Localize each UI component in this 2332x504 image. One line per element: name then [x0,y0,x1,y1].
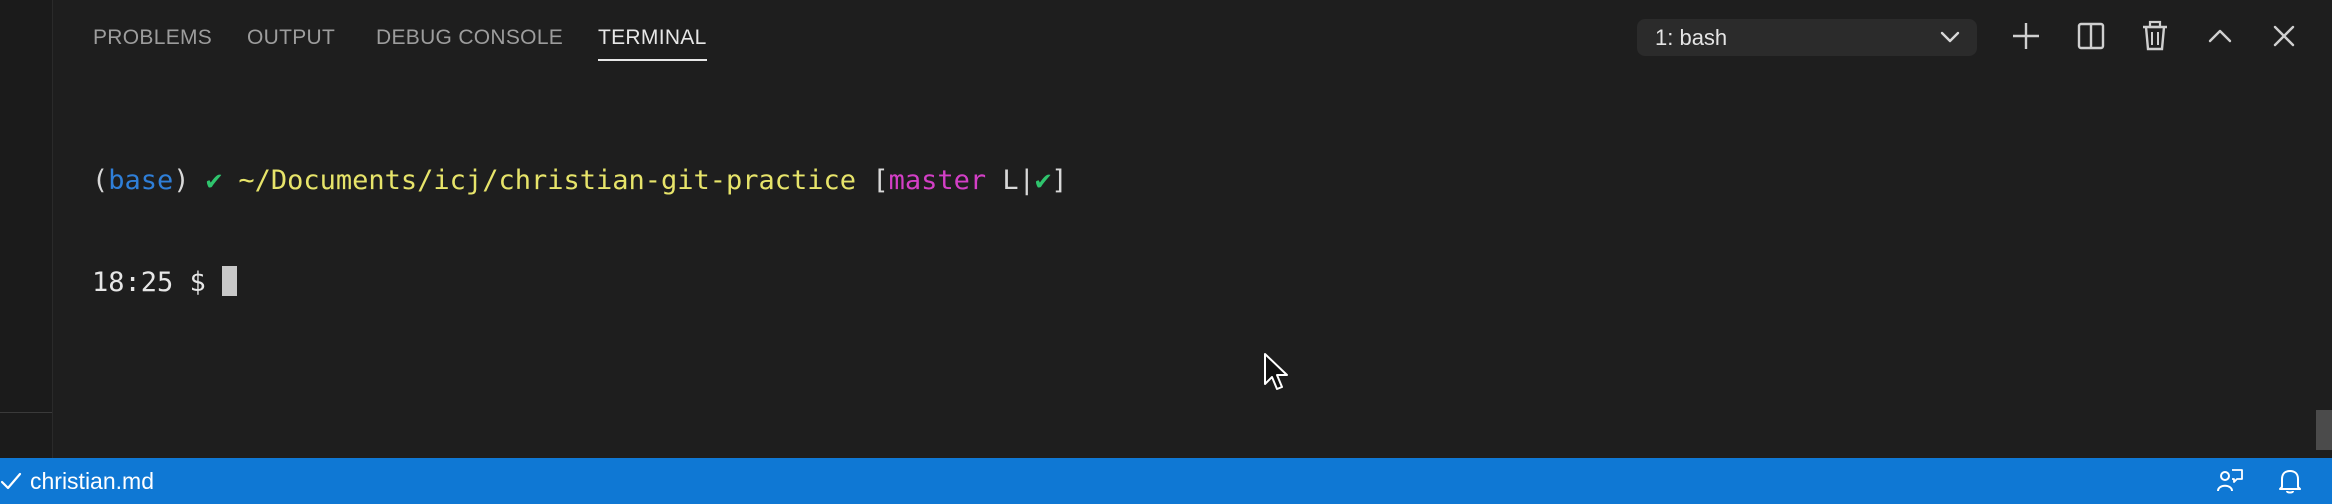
terminal-select-value: 1: bash [1655,25,1728,50]
terminal-line-prompt-info: (base) ✔ ~/Documents/icj/christian-git-p… [92,164,1067,198]
tab-problems[interactable]: PROBLEMS [93,26,212,59]
bell-icon[interactable] [2276,467,2304,495]
working-directory: ~/Documents/icj/christian-git-practice [238,165,857,196]
plus-icon [2013,23,2039,49]
trash-icon [2143,20,2167,51]
check-icon [0,472,22,490]
maximize-panel-button[interactable] [2203,19,2237,53]
paren-close: ) [173,165,190,196]
bottom-panel: PROBLEMS OUTPUT DEBUG CONSOLE TERMINAL 1… [53,0,2332,458]
split-icon [2077,22,2105,50]
left-gutter [0,0,53,458]
chevron-up-icon [2208,29,2232,43]
terminal-line-prompt: 18:25 $ [92,266,1067,300]
terminal-scrollbar[interactable] [2316,410,2332,450]
terminal-select[interactable]: 1: bash [1637,19,1977,56]
gutter-divider [0,412,52,413]
bracket-open: [ [872,165,889,196]
status-bar: christian.md [0,458,2332,504]
kill-terminal-button[interactable] [2138,19,2172,53]
panel-tabbar: PROBLEMS OUTPUT DEBUG CONSOLE TERMINAL 1… [53,0,2332,70]
git-branch: master [888,165,987,196]
paren-open: ( [92,165,109,196]
new-terminal-button[interactable] [2009,19,2043,53]
tab-output[interactable]: OUTPUT [247,26,335,59]
conda-env: base [108,165,174,196]
tab-debug-console[interactable]: DEBUG CONSOLE [376,26,563,59]
mouse-pointer-icon [1264,353,1288,390]
check-icon: ✔ [205,165,223,196]
git-status: L| [1002,165,1035,196]
text-cursor [222,266,238,296]
git-clean-check-icon: ✔ [1034,165,1052,196]
split-terminal-button[interactable] [2074,19,2108,53]
close-panel-button[interactable] [2267,19,2301,53]
tab-terminal[interactable]: TERMINAL [598,26,707,61]
vscode-window: PROBLEMS OUTPUT DEBUG CONSOLE TERMINAL 1… [0,0,2332,504]
chevron-down-icon [1940,31,1960,43]
feedback-icon[interactable] [2216,467,2244,495]
bracket-close: ] [1051,165,1068,196]
close-icon [2273,25,2295,47]
terminal-output[interactable]: (base) ✔ ~/Documents/icj/christian-git-p… [92,96,1067,368]
prompt-time: 18:25 [92,267,174,298]
prompt-symbol: $ [189,267,206,298]
status-file-name: christian.md [30,467,154,494]
status-file-item[interactable]: christian.md [0,458,154,504]
